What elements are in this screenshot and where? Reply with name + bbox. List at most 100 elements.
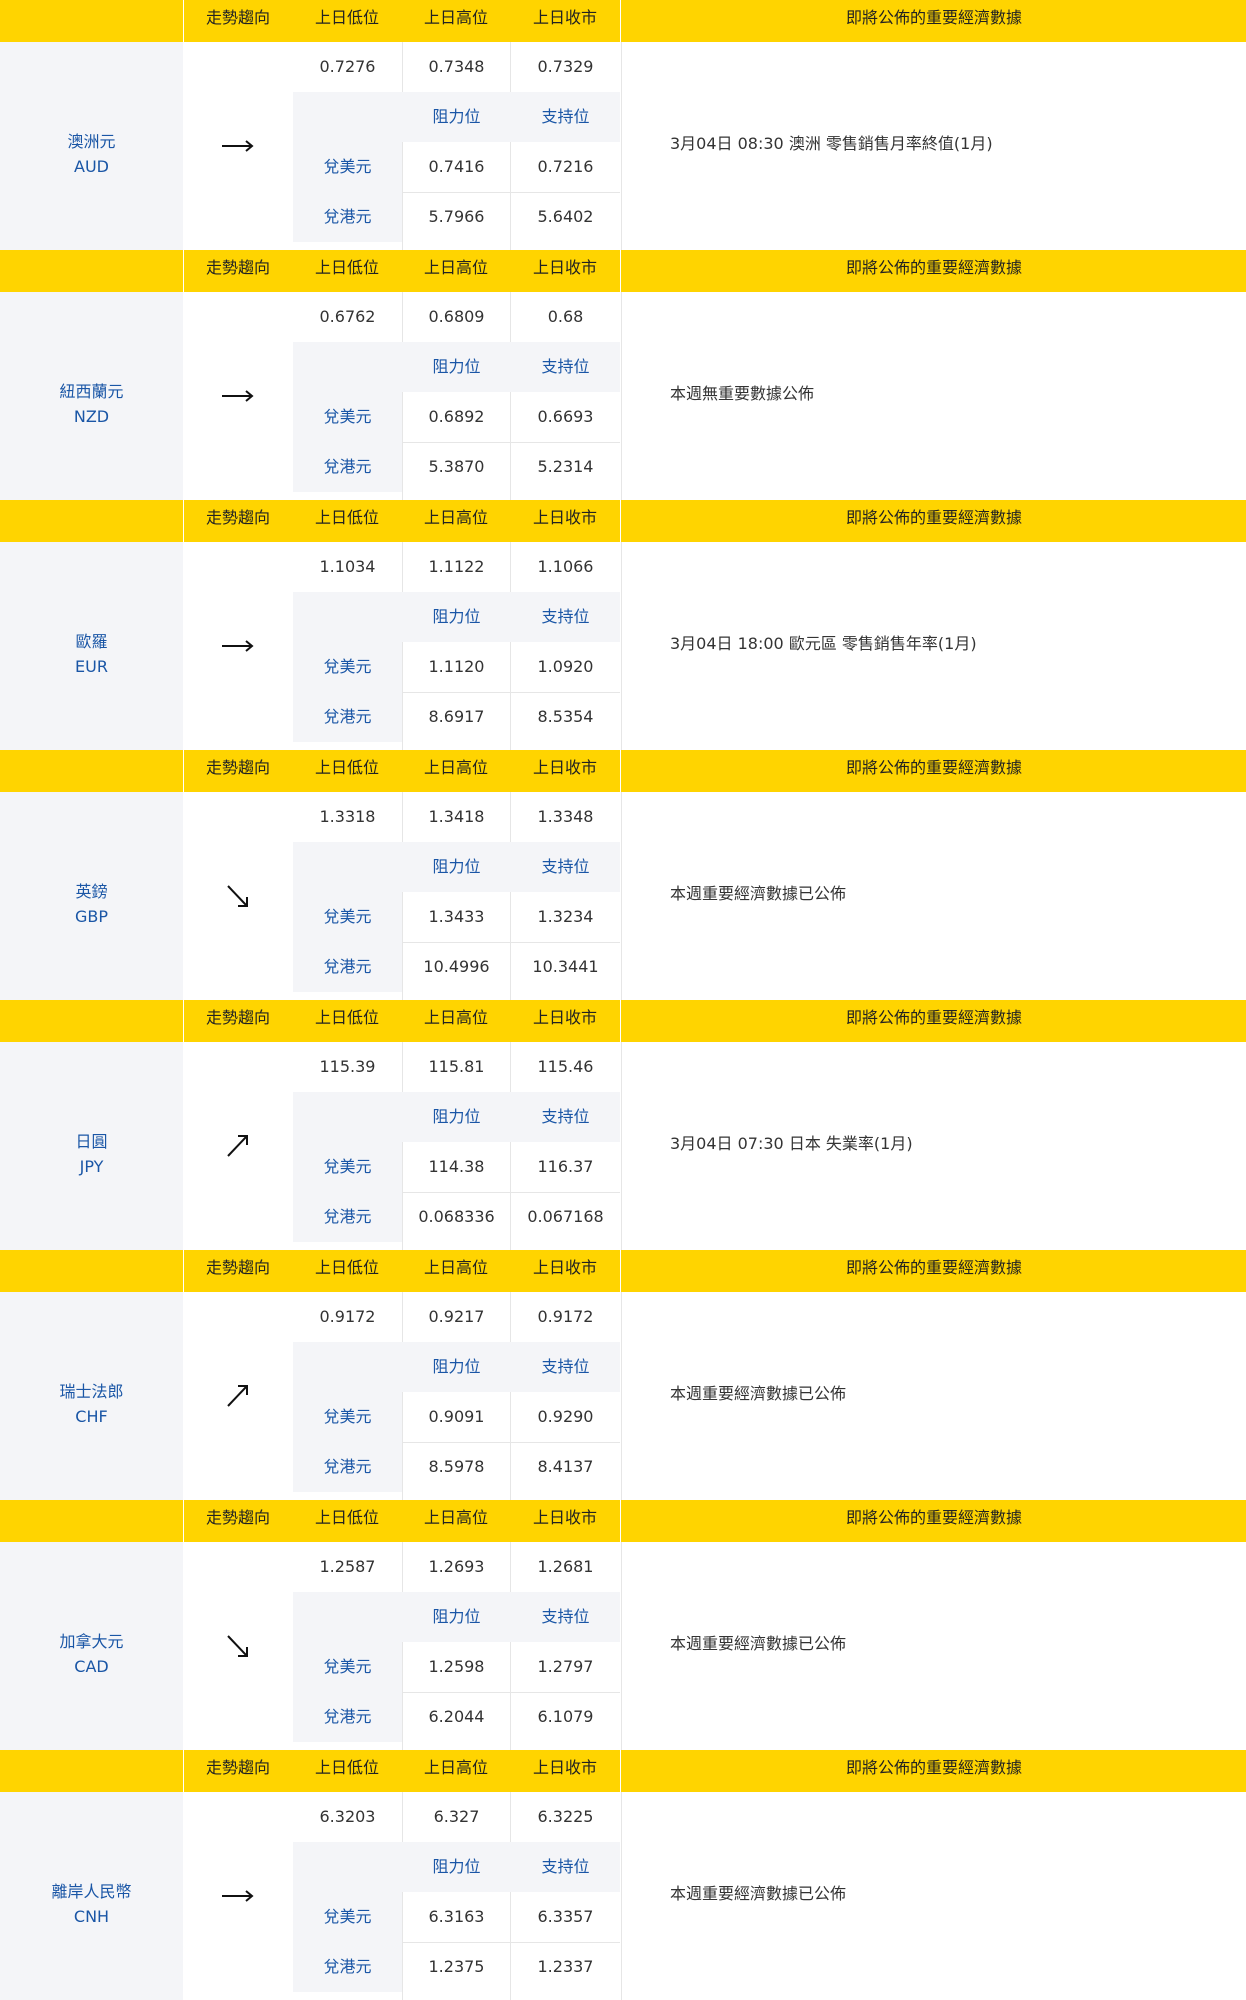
vs-hkd-label: 兌港元 (293, 1192, 402, 1242)
header-prev-high: 上日高位 (423, 1758, 488, 1777)
header-divider (620, 1000, 621, 1042)
support-label: 支持位 (541, 607, 590, 626)
header-prev-low: 上日低位 (314, 1008, 379, 1027)
usd-support-value: 1.3234 (511, 892, 620, 942)
upcoming-data-text: 本週重要經濟數據已公佈 (670, 884, 847, 903)
prev-day-row: 1.2587 1.2693 1.2681 (293, 1542, 620, 1592)
table-header-row: 走勢趨向 上日低位 上日高位 上日收市 即將公佈的重要經濟數據 (0, 1750, 1246, 1792)
price-grid: 1.2587 1.2693 1.2681 阻力位 支持位 兌美元 1.2598 … (293, 1542, 620, 1750)
currency-block: 走勢趨向 上日低位 上日高位 上日收市 即將公佈的重要經濟數據 歐羅 EUR 1… (0, 500, 1246, 750)
header-trend: 走勢趨向 (205, 1258, 270, 1277)
grid-line (510, 642, 511, 750)
usd-resistance-value: 1.3433 (403, 892, 510, 942)
currency-block: 走勢趨向 上日低位 上日高位 上日收市 即將公佈的重要經濟數據 瑞士法郎 CHF… (0, 1250, 1246, 1500)
usd-resistance-value: 0.9091 (403, 1392, 510, 1442)
arrow-right-icon (222, 1890, 254, 1902)
support-label: 支持位 (541, 1857, 590, 1876)
prev-day-row: 0.7276 0.7348 0.7329 (293, 42, 620, 92)
table-header-row: 走勢趨向 上日低位 上日高位 上日收市 即將公佈的重要經濟數據 (0, 1500, 1246, 1542)
vs-usd-label: 兌美元 (293, 392, 402, 442)
vs-hkd-row: 兌港元 5.3870 5.2314 (293, 442, 620, 492)
header-prev-high: 上日高位 (423, 1258, 488, 1277)
currency-row: 澳洲元 AUD 0.7276 0.7348 0.7329 阻力位 支持位 兌美元 (0, 42, 1246, 250)
header-divider (183, 500, 184, 542)
arrow-up-right-icon (227, 1135, 248, 1157)
header-prev-close: 上日收市 (532, 508, 597, 527)
prev-low-value: 0.7276 (293, 42, 402, 92)
grid-line (402, 642, 403, 750)
header-prev-close: 上日收市 (532, 1008, 597, 1027)
prev-close-value: 115.46 (511, 1042, 620, 1092)
header-trend: 走勢趨向 (205, 1008, 270, 1027)
grid-line (403, 1692, 620, 1693)
trend-cell (184, 1292, 292, 1500)
vs-hkd-row: 兌港元 1.2375 1.2337 (293, 1942, 620, 1992)
grid-line (510, 1042, 511, 1092)
grid-line (402, 1892, 403, 2000)
upcoming-data-text: 3月04日 07:30 日本 失業率(1月) (670, 1134, 913, 1153)
currency-name-cell: 英鎊 GBP (0, 792, 183, 1000)
vs-usd-label: 兌美元 (293, 1892, 402, 1942)
trend-cell (184, 292, 292, 500)
prev-day-row: 0.9172 0.9217 0.9172 (293, 1292, 620, 1342)
header-prev-close: 上日收市 (532, 258, 597, 277)
vs-usd-label: 兌美元 (293, 642, 402, 692)
trend-cell (184, 792, 292, 1000)
header-divider (620, 500, 621, 542)
prev-low-value: 1.3318 (293, 792, 402, 842)
header-prev-high: 上日高位 (423, 8, 488, 27)
vs-hkd-row: 兌港元 5.7966 5.6402 (293, 192, 620, 242)
usd-support-value: 116.37 (511, 1142, 620, 1192)
price-grid: 0.9172 0.9217 0.9172 阻力位 支持位 兌美元 0.9091 … (293, 1292, 620, 1500)
table-header-row: 走勢趨向 上日低位 上日高位 上日收市 即將公佈的重要經濟數據 (0, 750, 1246, 792)
currency-block: 走勢趨向 上日低位 上日高位 上日收市 即將公佈的重要經濟數據 離岸人民幣 CN… (0, 1750, 1246, 2000)
currency-name-cell: 歐羅 EUR (0, 542, 183, 750)
usd-resistance-value: 6.3163 (403, 1892, 510, 1942)
arrow-down-right-icon (227, 885, 248, 907)
currency-row: 瑞士法郎 CHF 0.9172 0.9217 0.9172 阻力位 支持位 兌美… (0, 1292, 1246, 1500)
grid-line (402, 792, 403, 842)
upcoming-data-text: 本週重要經濟數據已公佈 (670, 1384, 847, 1403)
vs-usd-label: 兌美元 (293, 1392, 402, 1442)
upcoming-data-cell: 3月04日 18:00 歐元區 零售銷售年率(1月) (621, 542, 1246, 750)
header-prev-low: 上日低位 (314, 1508, 379, 1527)
header-divider (183, 1250, 184, 1292)
vs-usd-row: 兌美元 6.3163 6.3357 (293, 1892, 620, 1942)
header-divider (183, 250, 184, 292)
arrow-up-right-icon (227, 1385, 248, 1407)
prev-high-value: 1.1122 (403, 542, 510, 592)
usd-support-value: 0.9290 (511, 1392, 620, 1442)
vs-hkd-row: 兌港元 8.6917 8.5354 (293, 692, 620, 742)
header-prev-close: 上日收市 (532, 1258, 597, 1277)
vs-hkd-label: 兌港元 (293, 192, 402, 242)
grid-line (510, 1642, 511, 1750)
header-upcoming-data: 即將公佈的重要經濟數據 (845, 1008, 1022, 1027)
upcoming-data-text: 3月04日 08:30 澳洲 零售銷售月率終值(1月) (670, 134, 993, 153)
currency-name: 澳洲元 (67, 132, 116, 151)
upcoming-data-text: 本週重要經濟數據已公佈 (670, 1634, 847, 1653)
vs-usd-label: 兌美元 (293, 1142, 402, 1192)
header-prev-low: 上日低位 (314, 258, 379, 277)
currency-code: CNH (73, 1907, 110, 1926)
header-trend: 走勢趨向 (205, 8, 270, 27)
table-header-row: 走勢趨向 上日低位 上日高位 上日收市 即將公佈的重要經濟數據 (0, 1000, 1246, 1042)
hkd-support-value: 5.6402 (511, 192, 620, 242)
usd-support-value: 1.2797 (511, 1642, 620, 1692)
header-upcoming-data: 即將公佈的重要經濟數據 (845, 1758, 1022, 1777)
header-prev-close: 上日收市 (532, 1508, 597, 1527)
currency-name: 瑞士法郎 (59, 1382, 124, 1401)
grid-line (510, 542, 511, 592)
header-trend: 走勢趨向 (205, 508, 270, 527)
grid-line (403, 1192, 620, 1193)
prev-day-row: 6.3203 6.327 6.3225 (293, 1792, 620, 1842)
prev-close-value: 1.1066 (511, 542, 620, 592)
vs-usd-label: 兌美元 (293, 892, 402, 942)
vs-usd-row: 兌美元 0.6892 0.6693 (293, 392, 620, 442)
header-divider (620, 750, 621, 792)
hkd-resistance-value: 5.7966 (403, 192, 510, 242)
header-prev-close: 上日收市 (532, 1758, 597, 1777)
vs-hkd-row: 兌港元 0.068336 0.067168 (293, 1192, 620, 1242)
header-divider (620, 1750, 621, 1792)
currency-row: 英鎊 GBP 1.3318 1.3418 1.3348 阻力位 支持位 兌美元 (0, 792, 1246, 1000)
resistance-label: 阻力位 (432, 1607, 481, 1626)
